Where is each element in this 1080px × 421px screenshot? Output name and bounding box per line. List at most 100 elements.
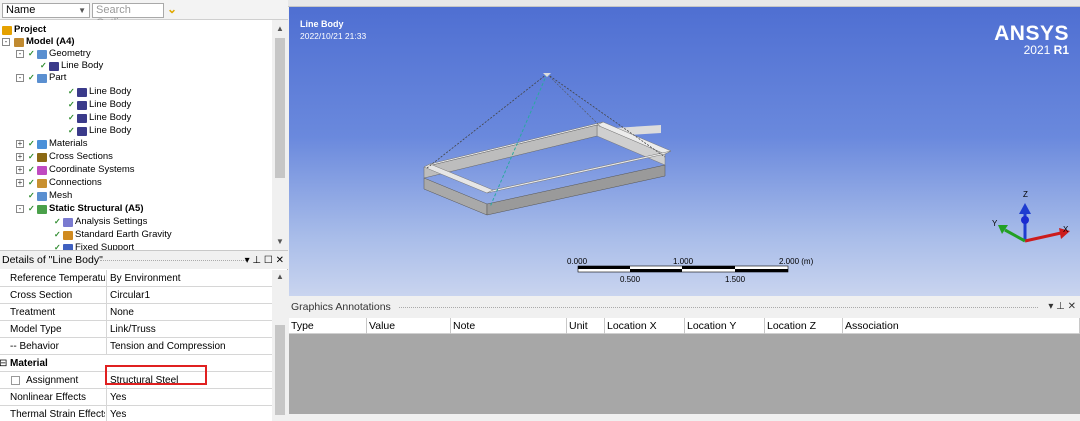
tree-node-label: Project [14, 24, 47, 35]
tree-node[interactable]: ✓ Line Body [68, 112, 131, 124]
tree-node[interactable]: ✓ Coordinate Systems [28, 164, 135, 176]
details-key: Reference Temperature [10, 273, 105, 284]
annotations-column-header[interactable]: Association [843, 318, 1080, 334]
tree-node[interactable]: ✓ Materials [28, 138, 88, 150]
scale-label-0: 0.000 [567, 257, 588, 266]
details-row[interactable]: -- Behavior Tension and Compression [0, 338, 272, 355]
tree-node-icon [77, 113, 87, 123]
tree-node[interactable]: ✓ Cross Sections [28, 151, 113, 163]
assignment-highlight-box [105, 365, 207, 385]
tree-node[interactable]: ✓ Mesh [28, 190, 72, 202]
tree-node-label: Part [49, 72, 67, 83]
annotations-column-header[interactable]: Unit [567, 318, 605, 334]
expand-toggle[interactable]: + [16, 179, 24, 187]
tree-node[interactable]: ✓ Geometry [28, 48, 91, 60]
annotations-column-header[interactable]: Note [451, 318, 567, 334]
tree-scrollbar[interactable]: ▲ ▼ [272, 20, 288, 250]
axis-x-label: X [1063, 225, 1069, 234]
details-scrollbar[interactable]: ▲ [272, 270, 288, 421]
scroll-up-icon[interactable]: ▲ [276, 24, 284, 33]
check-icon: ✓ [28, 165, 35, 174]
details-value[interactable]: By Environment [110, 270, 181, 287]
tree-node-label: Cross Sections [49, 151, 113, 162]
tree-node[interactable]: ✓ Line Body [68, 99, 131, 111]
tree-node[interactable]: ✓ Connections [28, 177, 102, 189]
annotations-column-header[interactable]: Value [367, 318, 451, 334]
collapse-toggle[interactable]: - [16, 205, 24, 213]
tree-scroll-thumb[interactable] [275, 38, 285, 178]
details-row[interactable]: Cross Section Circular1 [0, 287, 272, 304]
tree-node[interactable]: ✓ Line Body [68, 125, 131, 137]
name-filter-dropdown[interactable]: Name ▼ [2, 3, 90, 18]
details-key: Nonlinear Effects [10, 392, 86, 403]
tree-node-label: Analysis Settings [75, 216, 148, 227]
graphics-viewport[interactable]: Line Body 2022/10/21 21:33 ANSYS 2021 R1 [289, 7, 1080, 296]
tree-node[interactable]: ✓ Standard Earth Gravity [54, 229, 172, 241]
scroll-down-icon[interactable]: ▼ [276, 237, 284, 246]
details-row[interactable]: Nonlinear Effects Yes [0, 389, 272, 406]
annotations-column-header[interactable]: Location X [605, 318, 685, 334]
expand-toggle[interactable]: + [16, 140, 24, 148]
axis-triad [998, 203, 1070, 243]
tree-node[interactable]: Project [2, 24, 46, 36]
expand-toggle[interactable]: + [16, 153, 24, 161]
annotations-column-header[interactable]: Location Z [765, 318, 843, 334]
details-value[interactable]: Link/Truss [110, 321, 156, 338]
frame-beam-back [423, 124, 598, 179]
tree-node[interactable]: ✓ Static Structural (A5) [28, 203, 144, 215]
tree-node[interactable]: ✓ Fixed Support [54, 242, 134, 250]
annotations-column-header[interactable]: Type [289, 318, 367, 334]
collapse-toggle[interactable]: - [16, 50, 24, 58]
details-value[interactable]: Yes [110, 406, 126, 421]
search-outline-input[interactable]: Search Outline [92, 3, 164, 29]
tree-node-icon [37, 204, 47, 214]
tree-node-label: Coordinate Systems [49, 164, 135, 175]
search-options-icon[interactable]: ⌄ [167, 2, 177, 16]
tree-node-icon [37, 73, 47, 83]
details-key: Thermal Strain Effects [10, 409, 105, 420]
tree-node[interactable]: ✓ Line Body [40, 60, 103, 72]
panel-controls[interactable]: ▾ ⊥ ✕ [1048, 299, 1076, 315]
tree-node-label: Line Body [61, 60, 104, 71]
scroll-up-icon[interactable]: ▲ [276, 272, 284, 281]
tree-node[interactable]: ✓ Part [28, 72, 66, 84]
tree-node-label: Model (A4) [26, 36, 75, 47]
assignment-checkbox[interactable] [11, 376, 20, 385]
tree-node-icon [49, 61, 59, 71]
graphics-annotations-header: Graphics Annotations ▾ ⊥ ✕ [289, 299, 1080, 315]
tree-node-icon [37, 191, 47, 201]
tree-node-label: Materials [49, 138, 88, 149]
expand-toggle[interactable]: + [16, 166, 24, 174]
tree-node[interactable]: ✓ Line Body [68, 86, 131, 98]
details-row[interactable]: Treatment None [0, 304, 272, 321]
details-value[interactable]: Circular1 [110, 287, 150, 304]
tree-node-icon [37, 139, 47, 149]
details-key: -- Behavior [10, 341, 59, 352]
check-icon: ✓ [28, 204, 35, 213]
annotations-table-body [289, 334, 1080, 414]
tree-node[interactable]: Model (A4) [14, 36, 75, 48]
annotations-column-header[interactable]: Location Y [685, 318, 765, 334]
chevron-down-icon: ▼ [78, 6, 86, 15]
tree-node-icon [37, 165, 47, 175]
details-value[interactable]: Tension and Compression [110, 338, 226, 355]
collapse-toggle[interactable]: - [2, 38, 10, 46]
details-value[interactable]: None [110, 304, 134, 321]
details-row[interactable]: Reference Temperature By Environment [0, 270, 272, 287]
tree-node[interactable]: ✓ Analysis Settings [54, 216, 147, 228]
annotations-table-header: Type Value Note Unit Location X Location Y Loc… [289, 318, 1080, 334]
check-icon: ✓ [28, 152, 35, 161]
check-icon: ✓ [28, 73, 35, 82]
details-grid: Reference Temperature By Environment Cross… [0, 270, 272, 421]
scale-bar [577, 265, 789, 273]
graphics-toolbar[interactable] [288, 0, 1080, 7]
details-row[interactable]: Thermal Strain Effects Yes [0, 406, 272, 421]
collapse-toggle[interactable]: - [16, 74, 24, 82]
details-row[interactable]: Model Type Link/Truss [0, 321, 272, 338]
outline-toolbar: Name ▼ Search Outline ⌄ [0, 0, 288, 29]
details-value[interactable]: Yes [110, 389, 126, 406]
details-scroll-thumb[interactable] [275, 325, 285, 415]
collapse-icon[interactable]: ⊟ [0, 355, 7, 372]
panel-controls[interactable]: ▾ ⊥ ☐ ✕ [245, 251, 284, 270]
bottom-tab-strip[interactable] [289, 414, 1080, 421]
